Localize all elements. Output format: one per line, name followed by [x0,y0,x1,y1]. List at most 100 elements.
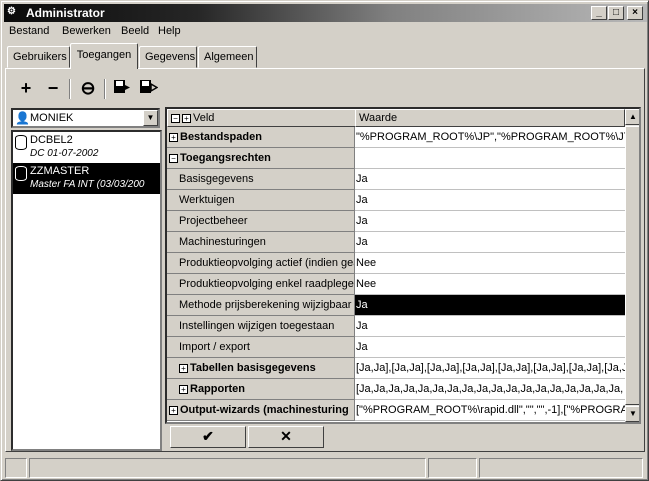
value-cell[interactable]: [Ja,Ja,Ja,Ja,Ja,Ja,Ja,Ja,Ja,Ja,Ja,Ja,Ja,… [355,379,625,400]
tab-gegevens[interactable]: Gegevens [139,46,197,68]
app-window: ⚙ Administrator _ □ × Bestand Bewerken B… [0,0,649,481]
user-combobox[interactable]: 👤 MONIEK ▼ [11,108,160,128]
database-name: ZZMASTER [30,165,90,177]
value-cell[interactable]: Ja [355,211,625,232]
database-icon [15,166,27,181]
menu-beeld[interactable]: Beeld [121,25,149,37]
minimize-button[interactable]: _ [591,6,607,20]
field-cell[interactable]: Werktuigen [167,190,355,211]
expand-all-icon[interactable]: + [182,113,191,123]
field-cell[interactable]: Projectbeheer [167,211,355,232]
field-cell[interactable]: Methode prijsberekening wijzigbaar [167,295,355,316]
status-panel-4 [479,458,643,478]
value-cell[interactable]: Ja [355,232,625,253]
value-cell[interactable]: Ja [355,337,625,358]
scrollbar-thumb[interactable] [625,126,639,405]
field-label: Rapporten [190,383,245,395]
collapse-icon[interactable]: − [169,153,178,163]
remove-button[interactable]: − [42,77,64,99]
field-label: Tabellen basisgegevens [190,362,316,374]
field-cell[interactable]: + Output-wizards (machinesturing [167,400,355,421]
field-cell[interactable]: + Tabellen basisgegevens [167,358,355,379]
grid-header: − + Veld Waarde [167,109,625,127]
value-cell[interactable]: Ja [355,190,625,211]
status-panel-2 [29,458,426,478]
column-header-veld[interactable]: − + Veld [167,109,356,127]
field-cell[interactable]: Produktieopvolging enkel raadpleger [167,274,355,295]
expand-icon[interactable]: + [169,405,178,415]
menu-bewerken[interactable]: Bewerken [62,25,111,37]
scroll-up-icon[interactable]: ▲ [625,109,639,125]
grid-row[interactable]: Produktieopvolging enkel raadpleger Nee [167,274,625,295]
field-cell[interactable]: Machinesturingen [167,232,355,253]
close-button[interactable]: × [627,6,643,20]
grid-row[interactable]: Import / export Ja [167,337,625,358]
save-as-icon[interactable] [137,77,159,99]
field-cell[interactable]: Basisgegevens [167,169,355,190]
cancel-button[interactable]: ✕ [248,426,324,448]
field-cell[interactable]: Import / export [167,337,355,358]
menu-bestand[interactable]: Bestand [9,25,49,37]
field-label: Methode prijsberekening wijzigbaar [179,299,352,311]
database-description: Master FA INT (03/03/200 [30,179,145,190]
field-cell[interactable]: − Toegangsrechten [167,148,355,169]
field-cell[interactable]: + Bestandspaden [167,127,355,148]
value-cell[interactable]: Nee [355,253,625,274]
database-list: DCBEL2 DC 01-07-2002 ZZMASTER Master FA … [11,130,162,451]
user-combobox-value: MONIEK [30,112,74,124]
grid-row[interactable]: + Output-wizards (machinesturing ["%PROGRA… [167,400,625,421]
expand-icon[interactable]: + [179,384,188,394]
save-icon[interactable] [111,77,133,99]
grid-row[interactable]: + Rapporten [Ja,Ja,Ja,Ja,Ja,Ja,Ja,Ja,Ja,Ja… [167,379,625,400]
tab-toegangen[interactable]: Toegangen [70,43,138,69]
grid-row[interactable]: Projectbeheer Ja [167,211,625,232]
list-item[interactable]: ZZMASTER Master FA INT (03/03/200 [13,163,160,194]
grid-row[interactable]: Werktuigen Ja [167,190,625,211]
list-item[interactable]: DCBEL2 DC 01-07-2002 [13,132,160,163]
value-cell[interactable]: Nee [355,274,625,295]
grid-row[interactable]: + Bestandspaden "%PROGRAM_ROOT%\JP","%PROG… [167,127,625,148]
value-cell[interactable]: Ja [355,169,625,190]
column-header-waarde[interactable]: Waarde [355,109,625,127]
scroll-down-icon[interactable]: ▼ [625,406,639,422]
value-cell[interactable]: ["%PROGRAM_ROOT%\rapid.dll","","",-1],["… [355,400,625,421]
field-cell[interactable]: Instellingen wijzigen toegestaan [167,316,355,337]
value-cell[interactable]: Ja [355,295,625,316]
field-label: Werktuigen [179,194,235,206]
user-icon: 👤 [15,111,30,125]
field-label: Instellingen wijzigen toegestaan [179,320,335,332]
chevron-down-icon[interactable]: ▼ [143,110,158,126]
field-label: Import / export [179,341,250,353]
add-button[interactable]: + [15,77,37,99]
collapse-all-icon[interactable]: − [171,113,180,123]
grid-row[interactable]: Basisgegevens Ja [167,169,625,190]
title-bar[interactable]: ⚙ Administrator _ □ × [4,4,647,22]
field-label: Basisgegevens [179,173,254,185]
field-label: Produktieopvolging actief (indien gea [179,257,355,269]
vertical-scrollbar[interactable]: ▲ ▼ [625,109,639,422]
ok-button[interactable]: ✔ [170,426,246,448]
field-label: Output-wizards (machinesturing [180,404,349,416]
grid-row[interactable]: Produktieopvolging actief (indien gea Nee [167,253,625,274]
maximize-button[interactable]: □ [608,6,624,20]
tab-gebruikers[interactable]: Gebruikers [7,46,70,68]
toolbar-separator [69,79,71,99]
expand-icon[interactable]: + [179,363,188,373]
expand-icon[interactable]: + [169,132,178,142]
grid-row[interactable]: − Toegangsrechten [167,148,625,169]
disable-button[interactable]: ⊖ [77,77,99,99]
value-cell[interactable]: Ja [355,316,625,337]
grid-row[interactable]: + Tabellen basisgegevens [Ja,Ja],[Ja,Ja],[… [167,358,625,379]
menu-help[interactable]: Help [158,25,181,37]
tab-algemeen[interactable]: Algemeen [198,46,257,68]
grid-row[interactable]: Methode prijsberekening wijzigbaar Ja [167,295,625,316]
value-cell[interactable]: [Ja,Ja],[Ja,Ja],[Ja,Ja],[Ja,Ja],[Ja,Ja],… [355,358,625,379]
value-cell[interactable] [355,148,625,169]
grid-row[interactable]: Instellingen wijzigen toegestaan Ja [167,316,625,337]
grid-row[interactable]: Machinesturingen Ja [167,232,625,253]
value-cell[interactable]: "%PROGRAM_ROOT%\JP","%PROGRAM_ROOT%\JT [355,127,625,148]
field-label: Bestandspaden [180,131,262,143]
field-cell[interactable]: + Rapporten [167,379,355,400]
app-icon: ⚙ [7,6,16,17]
field-cell[interactable]: Produktieopvolging actief (indien gea [167,253,355,274]
